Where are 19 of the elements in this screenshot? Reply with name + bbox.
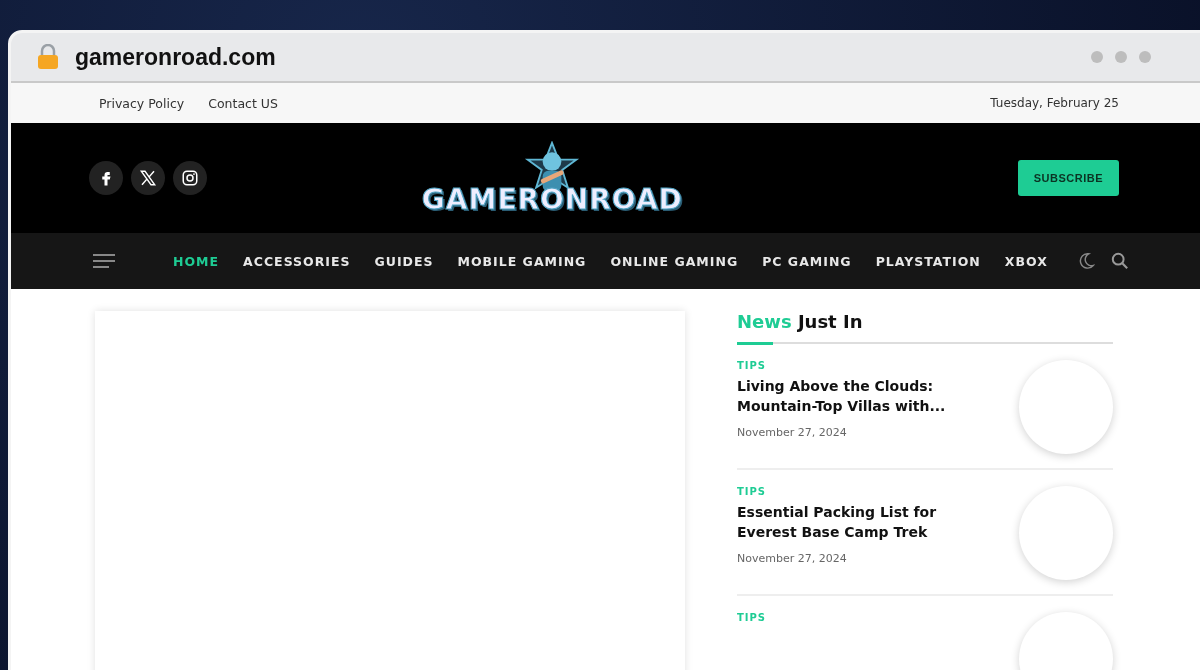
post-date: November 27, 2024: [737, 426, 848, 440]
nav-item[interactable]: GUIDES: [374, 253, 434, 269]
post-title[interactable]: Essential Packing List for Everest Base Camp Trek: [737, 503, 987, 543]
date-text: Tuesday, February 25: [990, 96, 1119, 110]
post-title[interactable]: Living Above the Clouds: Mountain-Top Villas with...: [737, 377, 987, 417]
site-logo[interactable]: GAMERONROAD: [421, 182, 683, 216]
nav-item[interactable]: PLAYSTATION: [875, 253, 981, 269]
post-date: November 27, 2024: [737, 552, 848, 566]
section-heading: News Just In: [737, 311, 863, 332]
nav-item[interactable]: HOME: [173, 253, 220, 269]
nav-item[interactable]: MOBILE GAMING: [457, 253, 587, 269]
top-link[interactable]: Contact US: [208, 95, 278, 111]
nav-item[interactable]: ACCESSORIES: [243, 253, 351, 269]
subscribe-button[interactable]: SUBSCRIBE: [1017, 160, 1119, 196]
url-text: gameronroad.com: [75, 43, 276, 71]
top-link[interactable]: Privacy Policy: [99, 95, 185, 111]
nav-item[interactable]: PC GAMING: [762, 253, 852, 269]
nav-item[interactable]: ONLINE GAMING: [610, 253, 739, 269]
nav-item[interactable]: XBOX: [1004, 253, 1048, 269]
